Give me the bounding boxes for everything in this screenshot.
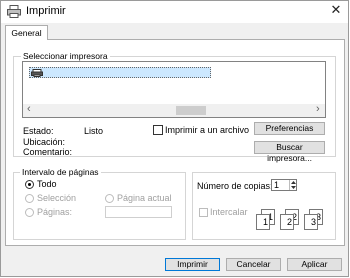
- close-icon[interactable]: ✕: [329, 3, 343, 17]
- find-printer-button[interactable]: Buscar impresora...: [254, 141, 325, 163]
- scrollbar-thumb[interactable]: [176, 106, 206, 115]
- print-to-file-label: Imprimir a un archivo: [165, 125, 250, 135]
- radio-current-page-label: Página actual: [117, 193, 172, 203]
- collate-page: 2: [280, 214, 294, 230]
- copies-spinner[interactable]: [289, 180, 297, 190]
- radio-selection-label: Selección: [37, 193, 77, 203]
- radio-all-label: Todo: [37, 179, 57, 189]
- spinner-icon: [291, 181, 296, 189]
- copies-input[interactable]: 1: [271, 179, 297, 191]
- printer-list-item[interactable]: [29, 67, 211, 78]
- printer-list-scrollbar[interactable]: [23, 104, 325, 117]
- radio-current-page[interactable]: [105, 194, 114, 203]
- cancel-button[interactable]: Cancelar: [226, 258, 281, 271]
- preferences-button[interactable]: Preferencias: [254, 122, 325, 135]
- radio-pages[interactable]: [25, 208, 34, 217]
- window-title: Imprimir: [26, 5, 66, 17]
- radio-pages-label: Páginas:: [37, 207, 73, 217]
- printer-icon: [7, 5, 21, 18]
- collate-page: 1: [256, 214, 270, 230]
- location-label: Ubicación:: [23, 137, 66, 147]
- printer-group-label: Seleccionar impresora: [21, 51, 110, 61]
- collate-label: Intercalar: [210, 207, 248, 217]
- radio-all[interactable]: [25, 180, 34, 189]
- collate-page: 3: [304, 214, 318, 230]
- printer-icon: [31, 69, 43, 77]
- radio-selection[interactable]: [25, 194, 34, 203]
- scroll-left-icon[interactable]: ‹: [27, 103, 31, 115]
- print-button[interactable]: Imprimir: [165, 258, 220, 271]
- status-label: Estado:: [23, 126, 54, 136]
- pages-input[interactable]: [105, 206, 172, 218]
- print-to-file-checkbox[interactable]: [153, 125, 163, 135]
- copies-label: Número de copias:: [197, 181, 273, 191]
- comment-label: Comentario:: [23, 147, 73, 157]
- collate-illustration: 1 1 2 2 3 3: [256, 207, 326, 231]
- copies-value: 1: [274, 180, 280, 190]
- scroll-right-icon[interactable]: ›: [316, 103, 320, 115]
- page-range-label: Intervalo de páginas: [20, 167, 101, 177]
- apply-button[interactable]: Aplicar: [287, 258, 342, 271]
- collate-checkbox[interactable]: [199, 208, 208, 217]
- status-value: Listo: [84, 126, 104, 136]
- tab-general[interactable]: General: [5, 25, 48, 40]
